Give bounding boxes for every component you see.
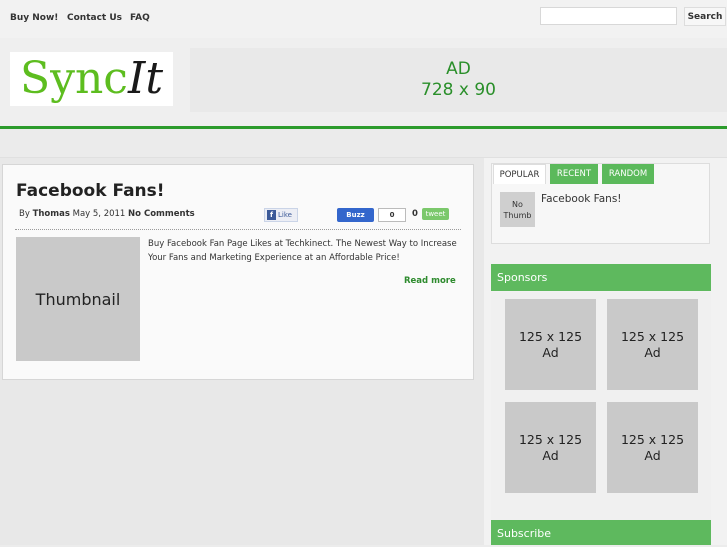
- post-thumbnail[interactable]: Thumbnail: [16, 237, 140, 361]
- sponsor-ad[interactable]: 125 x 125 Ad: [607, 402, 698, 493]
- sponsor-ad-size: 125 x 125: [518, 431, 583, 447]
- sub-bar: [0, 129, 727, 158]
- sponsor-ad-size: 125 x 125: [620, 328, 685, 344]
- tweet-button[interactable]: tweet: [422, 208, 449, 220]
- sponsor-ad-size: 125 x 125: [620, 431, 685, 447]
- nav-buy-now[interactable]: Buy Now!: [10, 13, 58, 23]
- tab-popular[interactable]: POPULAR: [493, 164, 546, 184]
- nav-contact-us[interactable]: Contact Us: [67, 13, 122, 23]
- sponsor-ad-label: Ad: [644, 344, 661, 360]
- tab-random[interactable]: RANDOM: [602, 164, 654, 184]
- facebook-like-button[interactable]: f Like: [264, 208, 298, 222]
- no-thumb-line1: No: [512, 199, 523, 209]
- logo-text-sync: Sync: [19, 53, 128, 104]
- subscribe-heading: Subscribe: [491, 520, 711, 545]
- search-button[interactable]: Search: [684, 7, 726, 26]
- header-ad-line1: AD: [446, 59, 471, 79]
- read-more-link[interactable]: Read more: [404, 276, 456, 286]
- nav-faq[interactable]: FAQ: [130, 13, 150, 23]
- buzz-count: 0: [378, 208, 406, 222]
- site-logo[interactable]: Sync It: [10, 52, 173, 106]
- post-date: May 5, 2011: [72, 209, 126, 219]
- header-ad-banner[interactable]: AD 728 x 90: [190, 48, 727, 112]
- header-ad-line2: 728 x 90: [421, 80, 496, 100]
- search-input[interactable]: [540, 7, 677, 25]
- sponsor-ad[interactable]: 125 x 125 Ad: [505, 402, 596, 493]
- sponsor-ad[interactable]: 125 x 125 Ad: [607, 299, 698, 390]
- buzz-button[interactable]: Buzz: [337, 208, 374, 222]
- facebook-icon: f: [267, 210, 276, 220]
- logo-text-it: It: [127, 53, 164, 104]
- post-title[interactable]: Facebook Fans!: [16, 181, 165, 201]
- sponsor-ad-label: Ad: [542, 447, 559, 463]
- post-by-label: By: [19, 209, 30, 219]
- post-comments-link[interactable]: No Comments: [128, 209, 195, 219]
- popular-item-title[interactable]: Facebook Fans!: [541, 193, 622, 205]
- sponsor-ad[interactable]: 125 x 125 Ad: [505, 299, 596, 390]
- popular-item-thumbnail[interactable]: No Thumb: [500, 192, 535, 227]
- tab-recent[interactable]: RECENT: [550, 164, 598, 184]
- post-divider: [15, 229, 461, 230]
- sponsor-ad-label: Ad: [542, 344, 559, 360]
- no-thumb-line2: Thumb: [503, 210, 532, 220]
- post-meta: By Thomas May 5, 2011 No Comments: [19, 209, 195, 219]
- sponsor-ad-size: 125 x 125: [518, 328, 583, 344]
- post-excerpt: Buy Facebook Fan Page Likes at Techkinec…: [148, 239, 457, 263]
- post-author[interactable]: Thomas: [33, 209, 70, 219]
- sponsors-heading: Sponsors: [491, 264, 711, 291]
- sponsor-ad-label: Ad: [644, 447, 661, 463]
- tweet-count: 0: [412, 209, 418, 219]
- like-label: Like: [278, 211, 292, 219]
